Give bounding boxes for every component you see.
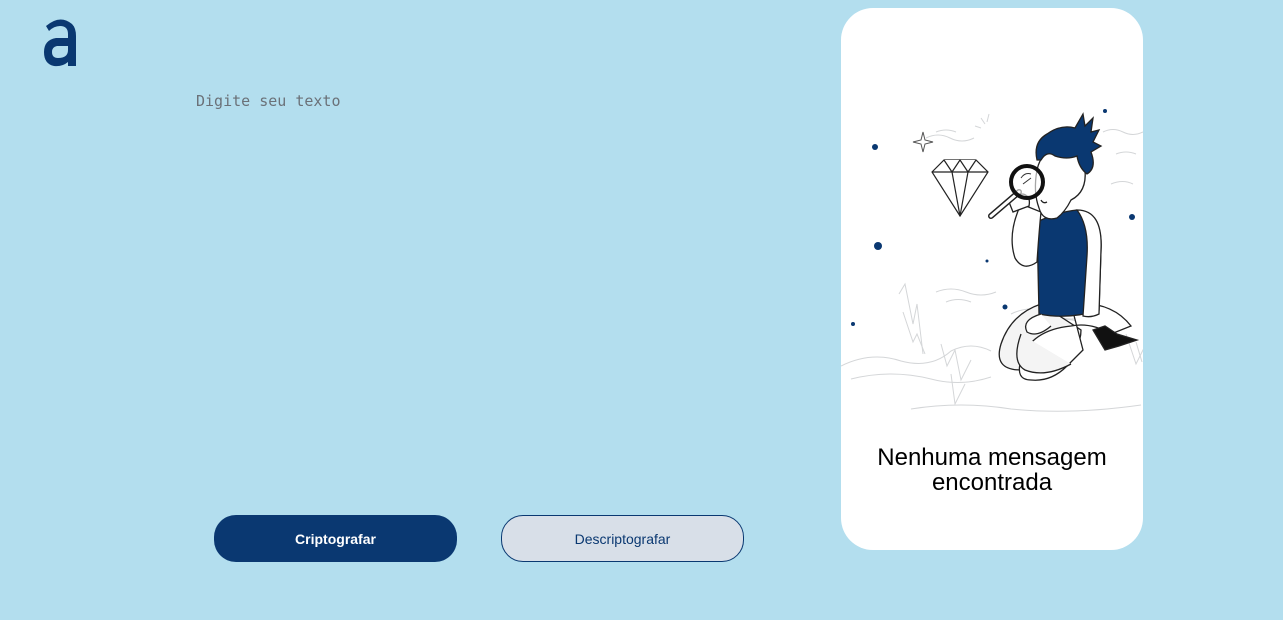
encrypt-button[interactable]: Criptografar: [214, 515, 457, 562]
result-panel: Nenhuma mensagem encontrada: [841, 8, 1143, 550]
logo-icon: [44, 19, 76, 67]
no-message-text: Nenhuma mensagem encontrada: [877, 444, 1107, 496]
message-input[interactable]: [194, 86, 754, 466]
decrypt-button[interactable]: Descriptografar: [501, 515, 744, 562]
person-with-magnifier-illustration: [841, 109, 1143, 412]
